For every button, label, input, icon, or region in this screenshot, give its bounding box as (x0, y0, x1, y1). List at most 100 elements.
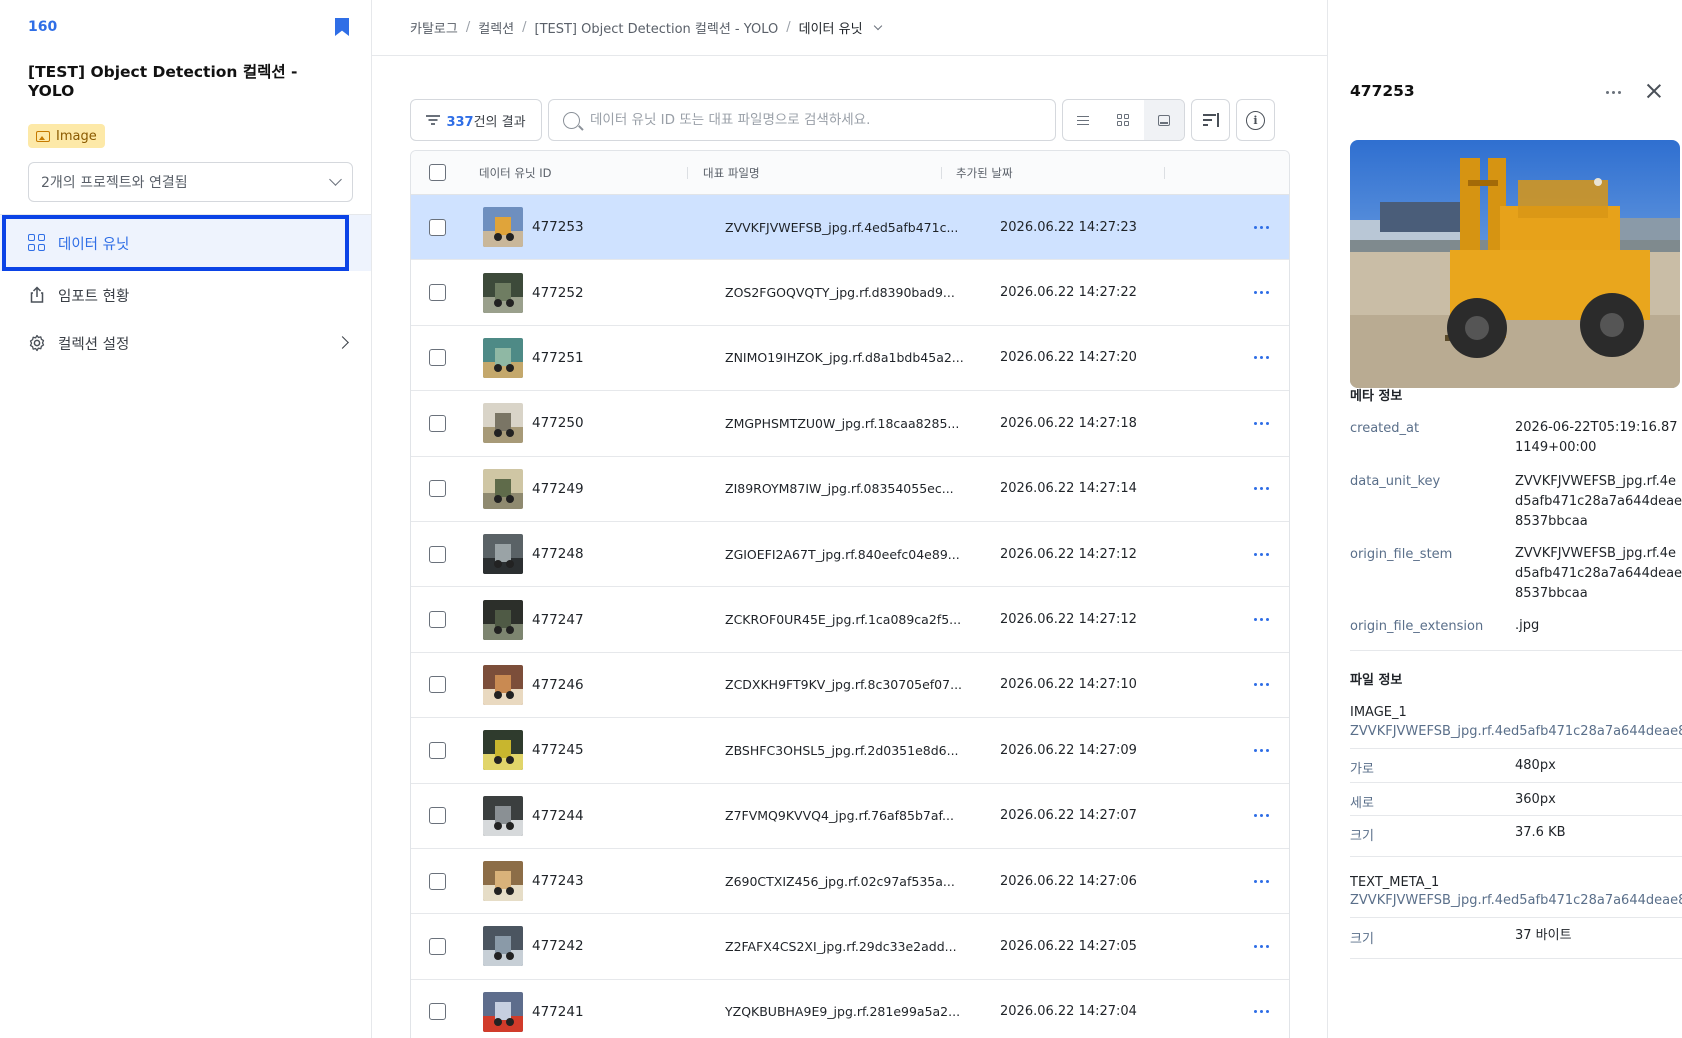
table-row[interactable]: 477243 Z690CTXIZ456_jpg.rf.02c97af535a...… (411, 849, 1289, 915)
table-row[interactable]: 477246 ZCDXKH9FT9KV_jpg.rf.8c30705ef07...… (411, 653, 1289, 719)
more-icon[interactable] (1254, 225, 1269, 229)
meta-value: ZVVKFJVWEFSB_jpg.rf.4ed5afb471c28a7a644d… (1515, 474, 1682, 529)
chevron-right-icon (336, 336, 349, 349)
row-date: 2026.06.22 14:27:04 (1000, 1004, 1137, 1020)
row-id: 477252 (532, 284, 584, 301)
row-id: 477253 (532, 219, 584, 236)
bookmark-icon[interactable] (335, 18, 349, 36)
table-row[interactable]: 477245 ZBSHFC3OHSL5_jpg.rf.2d0351e8d6... 2… (411, 718, 1289, 784)
header-date[interactable]: 추가된 날짜 (956, 165, 1013, 181)
more-icon[interactable] (1254, 487, 1269, 491)
table-row[interactable]: 477241 YZQKBUBHA9E9_jpg.rf.281e99a5a2... 2… (411, 980, 1289, 1038)
row-id: 477245 (532, 742, 584, 759)
header-filename[interactable]: 대표 파일명 (703, 165, 760, 181)
row-checkbox[interactable] (429, 1003, 446, 1021)
highlight-box (2, 215, 349, 271)
list-view-button[interactable] (1063, 100, 1103, 140)
more-icon[interactable] (1254, 552, 1269, 556)
search-input[interactable] (590, 112, 1041, 128)
file-section-title: 파일 정보 (1350, 673, 1403, 688)
file-prop-value: 37.6 KB (1515, 825, 1566, 840)
breadcrumb-current[interactable]: 데이터 유닛 (799, 18, 863, 37)
main-content: 카탈로그 / 컬렉션 / [TEST] Object Detection 컬렉션… (372, 0, 1327, 1038)
more-icon[interactable] (1606, 91, 1621, 94)
type-badge: Image (28, 124, 105, 148)
row-id: 477243 (532, 873, 584, 890)
row-checkbox[interactable] (429, 872, 446, 890)
select-all-checkbox[interactable] (429, 164, 446, 181)
gallery-view-button[interactable] (1143, 100, 1184, 140)
row-filename: YZQKBUBHA9E9_jpg.rf.281e99a5a2... (725, 1004, 961, 1020)
more-icon[interactable] (1254, 748, 1269, 752)
more-icon[interactable] (1254, 356, 1269, 360)
table-row[interactable]: 477250 ZMGPHSMTZU0W_jpg.rf.18caa8285... 20… (411, 391, 1289, 457)
grid-view-button[interactable] (1103, 100, 1143, 140)
more-icon[interactable] (1254, 291, 1269, 295)
more-icon[interactable] (1254, 879, 1269, 883)
table-row[interactable]: 477253 ZVVKFJVWEFSB_jpg.rf.4ed5afb471c...… (411, 195, 1289, 261)
meta-section-title: 메타 정보 (1350, 389, 1403, 404)
header-id[interactable]: 데이터 유닛 ID (479, 165, 551, 181)
row-checkbox[interactable] (429, 611, 446, 629)
row-checkbox[interactable] (429, 741, 446, 759)
search-icon (563, 111, 580, 129)
breadcrumb: 카탈로그 / 컬렉션 / [TEST] Object Detection 컬렉션… (372, 0, 1327, 56)
row-checkbox[interactable] (429, 218, 446, 236)
filter-button[interactable]: 337건의 결과 (410, 99, 542, 141)
file-prop-value: 37 바이트 (1515, 928, 1572, 943)
row-checkbox[interactable] (429, 349, 446, 367)
row-checkbox[interactable] (429, 807, 446, 825)
nav-item-import-status[interactable]: 임포트 현황 (0, 271, 371, 319)
row-filename: ZOS2FGOQVQTY_jpg.rf.d8390bad9... (725, 285, 955, 301)
table-row[interactable]: 477252 ZOS2FGOQVQTY_jpg.rf.d8390bad9... 20… (411, 260, 1289, 326)
row-checkbox[interactable] (429, 414, 446, 432)
table-row[interactable]: 477242 Z2FAFX4CS2XI_jpg.rf.29dc33e2add...… (411, 914, 1289, 980)
row-date: 2026.06.22 14:27:09 (1000, 742, 1137, 758)
more-icon[interactable] (1254, 421, 1269, 425)
row-date: 2026.06.22 14:27:12 (1000, 546, 1137, 562)
image-file-path[interactable]: ZVVKFJVWEFSB_jpg.rf.4ed5afb471c28a7a644d… (1350, 724, 1682, 739)
info-button[interactable]: i (1236, 99, 1275, 141)
row-thumbnail (483, 730, 523, 771)
projects-select[interactable]: 2개의 프로젝트와 연결됨 (28, 162, 353, 202)
row-date: 2026.06.22 14:27:22 (1000, 285, 1137, 301)
meta-key: created_at (1350, 421, 1420, 436)
more-icon[interactable] (1254, 618, 1269, 622)
table-row[interactable]: 477251 ZNIMO19IHZOK_jpg.rf.d8a1bdb45a2...… (411, 326, 1289, 392)
nav-item-data-units[interactable]: 데이터 유닛 (0, 215, 371, 271)
row-date: 2026.06.22 14:27:07 (1000, 808, 1137, 824)
more-icon[interactable] (1254, 683, 1269, 687)
sidebar-header: 160 (0, 0, 371, 36)
text-meta-path[interactable]: ZVVKFJVWEFSB_jpg.rf.4ed5afb471c28a7a644d… (1350, 893, 1682, 908)
table-row[interactable]: 477249 ZI89ROYM87IW_jpg.rf.08354055ec... 2… (411, 457, 1289, 522)
row-checkbox[interactable] (429, 545, 446, 563)
table-row[interactable]: 477244 Z7FVMQ9KVVQ4_jpg.rf.76af85b7af... 2… (411, 784, 1289, 849)
nav-item-label: 데이터 유닛 (58, 236, 130, 253)
more-icon[interactable] (1254, 1010, 1269, 1014)
file-prop-key: 크기 (1350, 829, 1374, 844)
row-filename: ZGIOEFI2A67T_jpg.rf.840eefc04e89... (725, 546, 960, 562)
more-icon[interactable] (1254, 944, 1269, 948)
row-checkbox[interactable] (429, 480, 446, 498)
search-box (548, 99, 1056, 141)
row-filename: ZVVKFJVWEFSB_jpg.rf.4ed5afb471c... (725, 219, 959, 235)
table-row[interactable]: 477248 ZGIOEFI2A67T_jpg.rf.840eefc04e89..… (411, 522, 1289, 588)
row-date: 2026.06.22 14:27:06 (1000, 873, 1137, 889)
row-checkbox[interactable] (429, 676, 446, 694)
breadcrumb-collection[interactable]: [TEST] Object Detection 컬렉션 - YOLO (535, 18, 779, 37)
file-prop-value: 480px (1515, 758, 1556, 773)
breadcrumb-collections[interactable]: 컬렉션 (478, 18, 514, 37)
meta-key: origin_file_extension (1350, 619, 1484, 634)
row-checkbox[interactable] (429, 284, 446, 302)
divider (1350, 856, 1682, 857)
more-icon[interactable] (1254, 814, 1269, 818)
row-checkbox[interactable] (429, 937, 446, 955)
row-date: 2026.06.22 14:27:23 (1000, 219, 1137, 235)
row-date: 2026.06.22 14:27:14 (1000, 481, 1137, 497)
chevron-down-icon[interactable] (873, 21, 882, 30)
sort-button[interactable] (1191, 99, 1230, 141)
close-icon[interactable] (1646, 83, 1662, 99)
nav-item-collection-settings[interactable]: 컬렉션 설정 (0, 319, 371, 367)
table-row[interactable]: 477247 ZCKROF0UR45E_jpg.rf.1ca089ca2f5...… (411, 587, 1289, 653)
breadcrumb-catalog[interactable]: 카탈로그 (410, 18, 458, 37)
